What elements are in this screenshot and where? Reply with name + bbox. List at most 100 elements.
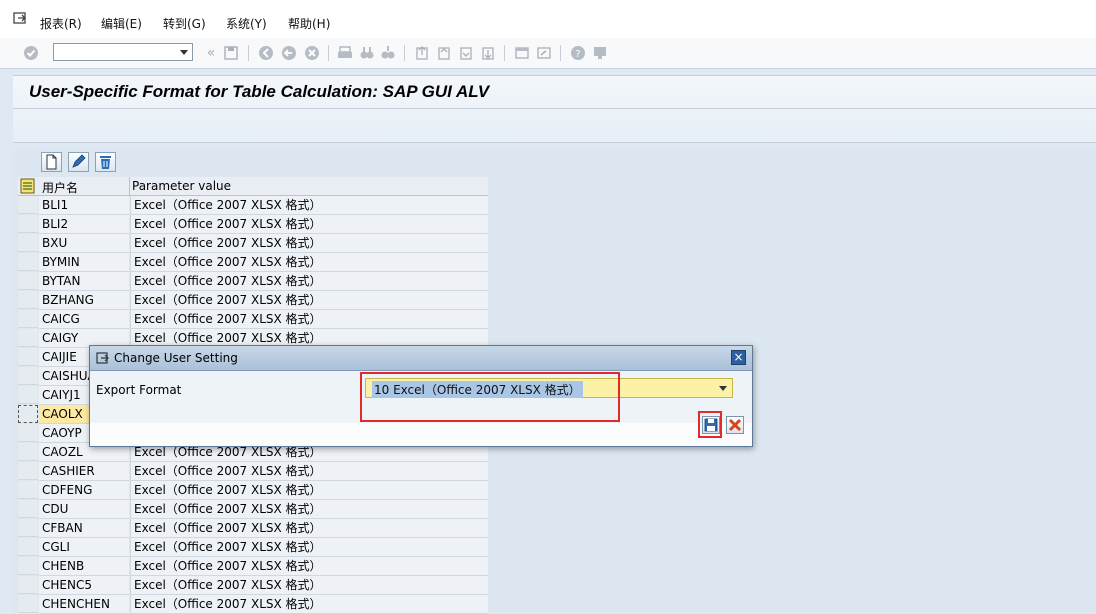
create-session-icon[interactable] — [514, 45, 530, 61]
cell-user[interactable]: CHENCHEN — [39, 595, 129, 614]
cell-parameter-value[interactable]: Excel（Office 2007 XLSX 格式） — [130, 272, 488, 291]
previous-page-icon[interactable] — [436, 45, 452, 61]
cell-user[interactable]: BZHANG — [39, 291, 129, 310]
chevron-down-icon[interactable] — [719, 386, 727, 391]
cell-parameter-value[interactable]: Excel（Office 2007 XLSX 格式） — [130, 538, 488, 557]
cell-user[interactable]: BYMIN — [39, 253, 129, 272]
table-row[interactable]: CHENC5 Excel（Office 2007 XLSX 格式） — [18, 576, 488, 595]
system-menu-icon[interactable] — [12, 10, 28, 26]
cell-parameter-value[interactable]: Excel（Office 2007 XLSX 格式） — [130, 519, 488, 538]
save-icon[interactable] — [223, 45, 239, 61]
create-button[interactable] — [41, 152, 62, 172]
menu-system[interactable]: 系统(Y) — [226, 15, 267, 32]
back-double-chevron-icon[interactable]: « — [203, 45, 219, 61]
cell-user[interactable]: CDFENG — [39, 481, 129, 500]
menu-report[interactable]: 报表(R) — [40, 15, 82, 32]
table-row[interactable]: CDFENG Excel（Office 2007 XLSX 格式） — [18, 481, 488, 500]
cell-user[interactable]: CASHIER — [39, 462, 129, 481]
delete-button[interactable] — [95, 152, 116, 172]
last-page-icon[interactable] — [480, 45, 496, 61]
chevron-down-icon[interactable] — [180, 50, 188, 55]
cell-parameter-value[interactable]: Excel（Office 2007 XLSX 格式） — [130, 234, 488, 253]
row-selector[interactable] — [18, 481, 38, 499]
find-next-icon[interactable] — [380, 45, 396, 61]
help-icon[interactable]: ? — [570, 45, 586, 61]
row-selector[interactable] — [18, 196, 38, 214]
select-all-icon[interactable] — [18, 177, 38, 195]
row-selector[interactable] — [18, 595, 38, 613]
cell-parameter-value[interactable]: Excel（Office 2007 XLSX 格式） — [130, 291, 488, 310]
row-selector[interactable] — [18, 500, 38, 518]
row-selector[interactable] — [18, 348, 38, 366]
table-row[interactable]: CGLI Excel（Office 2007 XLSX 格式） — [18, 538, 488, 557]
table-row[interactable]: CASHIER Excel（Office 2007 XLSX 格式） — [18, 462, 488, 481]
cell-parameter-value[interactable]: Excel（Office 2007 XLSX 格式） — [130, 196, 488, 215]
table-row[interactable]: CAICG Excel（Office 2007 XLSX 格式） — [18, 310, 488, 329]
cell-user[interactable]: CDU — [39, 500, 129, 519]
row-selector[interactable] — [18, 386, 38, 404]
row-selector[interactable] — [18, 576, 38, 594]
column-header-parameter[interactable]: Parameter value — [132, 179, 231, 193]
cell-parameter-value[interactable]: Excel（Office 2007 XLSX 格式） — [130, 576, 488, 595]
cell-user[interactable]: CFBAN — [39, 519, 129, 538]
row-selector[interactable] — [18, 310, 38, 328]
cell-parameter-value[interactable]: Excel（Office 2007 XLSX 格式） — [130, 253, 488, 272]
row-selector[interactable] — [18, 424, 38, 442]
row-selector[interactable] — [18, 538, 38, 556]
row-selector[interactable] — [18, 367, 38, 385]
row-selector[interactable] — [18, 215, 38, 233]
row-selector[interactable] — [18, 519, 38, 537]
menu-goto[interactable]: 转到(G) — [163, 15, 206, 32]
cell-user[interactable]: CAICG — [39, 310, 129, 329]
cancel-icon[interactable] — [304, 45, 320, 61]
find-icon[interactable] — [359, 45, 375, 61]
cell-user[interactable]: BYTAN — [39, 272, 129, 291]
cell-parameter-value[interactable]: Excel（Office 2007 XLSX 格式） — [130, 557, 488, 576]
edit-button[interactable] — [68, 152, 89, 172]
print-icon[interactable] — [337, 45, 353, 61]
command-field[interactable] — [53, 43, 193, 61]
exit-icon[interactable] — [281, 45, 297, 61]
table-row[interactable]: BLI1 Excel（Office 2007 XLSX 格式） — [18, 196, 488, 215]
table-row[interactable]: CDU Excel（Office 2007 XLSX 格式） — [18, 500, 488, 519]
column-separator[interactable] — [129, 177, 130, 195]
next-page-icon[interactable] — [458, 45, 474, 61]
row-selector[interactable] — [18, 291, 38, 309]
customize-layout-icon[interactable] — [592, 45, 608, 61]
cell-user[interactable]: BXU — [39, 234, 129, 253]
row-selector[interactable] — [18, 329, 38, 347]
dialog-titlebar[interactable]: Change User Setting × — [90, 346, 752, 371]
back-icon[interactable] — [258, 45, 274, 61]
row-selector[interactable] — [18, 405, 38, 423]
table-row[interactable]: BYTAN Excel（Office 2007 XLSX 格式） — [18, 272, 488, 291]
table-row[interactable]: CHENCHEN Excel（Office 2007 XLSX 格式） — [18, 595, 488, 614]
column-header-user[interactable]: 用户名 — [42, 179, 78, 196]
dialog-close-button[interactable]: × — [731, 350, 746, 365]
row-selector[interactable] — [18, 234, 38, 252]
first-page-icon[interactable] — [414, 45, 430, 61]
cell-parameter-value[interactable]: Excel（Office 2007 XLSX 格式） — [130, 595, 488, 614]
cell-user[interactable]: BLI2 — [39, 215, 129, 234]
dialog-cancel-button[interactable] — [726, 416, 744, 434]
row-selector[interactable] — [18, 443, 38, 461]
table-row[interactable]: BZHANG Excel（Office 2007 XLSX 格式） — [18, 291, 488, 310]
table-row[interactable]: BLI2 Excel（Office 2007 XLSX 格式） — [18, 215, 488, 234]
table-row[interactable]: BXU Excel（Office 2007 XLSX 格式） — [18, 234, 488, 253]
menu-help[interactable]: 帮助(H) — [288, 15, 330, 32]
cell-parameter-value[interactable]: Excel（Office 2007 XLSX 格式） — [130, 500, 488, 519]
shortcut-icon[interactable] — [536, 45, 552, 61]
cell-parameter-value[interactable]: Excel（Office 2007 XLSX 格式） — [130, 462, 488, 481]
table-row[interactable]: CFBAN Excel（Office 2007 XLSX 格式） — [18, 519, 488, 538]
cell-user[interactable]: CHENC5 — [39, 576, 129, 595]
cell-user[interactable]: CGLI — [39, 538, 129, 557]
cell-user[interactable]: BLI1 — [39, 196, 129, 215]
enter-check-icon[interactable] — [23, 45, 39, 61]
cell-parameter-value[interactable]: Excel（Office 2007 XLSX 格式） — [130, 310, 488, 329]
cell-parameter-value[interactable]: Excel（Office 2007 XLSX 格式） — [130, 481, 488, 500]
cell-parameter-value[interactable]: Excel（Office 2007 XLSX 格式） — [130, 215, 488, 234]
table-row[interactable]: BYMIN Excel（Office 2007 XLSX 格式） — [18, 253, 488, 272]
row-selector[interactable] — [18, 272, 38, 290]
cell-user[interactable]: CHENB — [39, 557, 129, 576]
row-selector[interactable] — [18, 557, 38, 575]
menu-edit[interactable]: 编辑(E) — [101, 15, 142, 32]
